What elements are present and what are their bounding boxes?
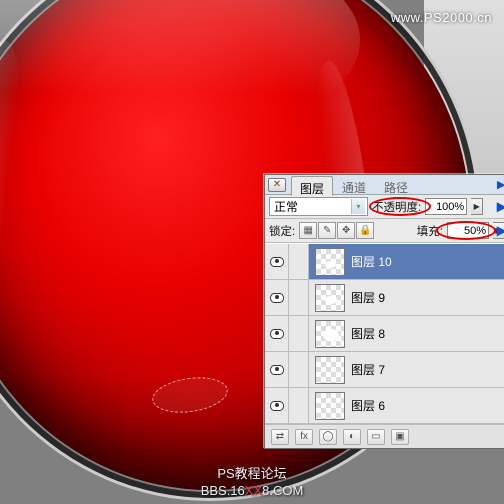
layer-thumbnail[interactable]	[315, 356, 345, 384]
panel-collapse-button[interactable]: ✕	[268, 178, 286, 192]
panel-footer: ⇄ fx ◯ ◐ ▭ ▣	[265, 424, 504, 448]
watermark-top: www.PS2000.cn	[391, 10, 492, 25]
flyout-arrow-icon: ▸	[497, 220, 504, 241]
layer-thumbnail[interactable]	[315, 392, 345, 420]
layer-name-label[interactable]: 图层 9	[351, 289, 385, 306]
lock-buttons: ▦ ✎ ✥ 🔒	[299, 222, 374, 239]
layer-name-label[interactable]: 图层 6	[351, 397, 385, 414]
watermark-suffix: 8.COM	[262, 483, 303, 498]
blend-opacity-row: 正常 ▾ 不透明度: 100%▶	[265, 195, 504, 219]
tab-paths[interactable]: 路径	[375, 175, 417, 195]
visibility-toggle[interactable]	[265, 316, 289, 351]
layers-panel: ✕ 图层 通道 路径 正常 ▾ 不透明度: 100%▶ 锁定: ▦ ✎ ✥ 🔒 …	[264, 174, 504, 449]
add-mask-button[interactable]: ◯	[319, 429, 337, 445]
layer-row[interactable]: 图层 7	[265, 352, 504, 388]
layer-name-label[interactable]: 图层 7	[351, 361, 385, 378]
eye-icon	[270, 401, 284, 411]
link-column[interactable]	[289, 244, 309, 279]
layer-row[interactable]: 图层 10	[265, 244, 504, 280]
lock-label: 锁定:	[269, 223, 295, 239]
adjustment-layer-button[interactable]: ◐	[343, 429, 361, 445]
eye-icon	[270, 329, 284, 339]
blend-mode-value: 正常	[274, 198, 298, 215]
tab-channels[interactable]: 通道	[333, 175, 375, 195]
lock-transparency-button[interactable]: ▦	[299, 222, 317, 239]
watermark-red: XX	[245, 483, 262, 498]
link-column[interactable]	[289, 388, 309, 423]
opacity-flyout[interactable]: ▶	[471, 198, 483, 215]
visibility-toggle[interactable]	[265, 244, 289, 279]
new-layer-button[interactable]: ▣	[391, 429, 409, 445]
layer-row[interactable]: 图层 6	[265, 388, 504, 424]
visibility-toggle[interactable]	[265, 280, 289, 315]
lock-pixels-button[interactable]: ✎	[318, 222, 336, 239]
eye-icon	[270, 365, 284, 375]
fill-input[interactable]: 50%	[447, 222, 489, 239]
layer-style-button[interactable]: fx	[295, 429, 313, 445]
thumb-content	[323, 329, 339, 341]
tab-layers[interactable]: 图层	[291, 176, 333, 196]
gloss-highlight-top	[0, 0, 360, 130]
panel-tabs: 图层 通道 路径	[291, 175, 417, 195]
link-column[interactable]	[289, 280, 309, 315]
layer-list[interactable]: 图层 10 图层 9 图层 8 图层 7 图层 6	[265, 243, 504, 424]
link-column[interactable]	[289, 352, 309, 387]
eye-icon	[270, 293, 284, 303]
thumb-content	[325, 296, 337, 304]
layer-name-label[interactable]: 图层 8	[351, 325, 385, 342]
opacity-input[interactable]: 100%	[425, 198, 467, 215]
panel-titlebar[interactable]: ✕ 图层 通道 路径	[265, 175, 504, 195]
lock-all-button[interactable]: 🔒	[356, 222, 374, 239]
layer-thumbnail[interactable]	[315, 284, 345, 312]
eye-icon	[270, 257, 284, 267]
lock-position-button[interactable]: ✥	[337, 222, 355, 239]
group-button[interactable]: ▭	[367, 429, 385, 445]
watermark-line1: PS教程论坛	[217, 466, 286, 481]
layer-row[interactable]: 图层 8	[265, 316, 504, 352]
layer-thumbnail[interactable]	[315, 320, 345, 348]
link-column[interactable]	[289, 316, 309, 351]
layer-thumbnail[interactable]	[315, 248, 345, 276]
fill-label: 填充:	[417, 223, 443, 239]
blend-mode-select[interactable]: 正常 ▾	[269, 197, 368, 216]
visibility-toggle[interactable]	[265, 352, 289, 387]
dropdown-icon[interactable]: ▾	[351, 199, 365, 214]
thumb-content	[325, 261, 336, 268]
layer-name-label[interactable]: 图层 10	[351, 253, 392, 270]
layer-row[interactable]: 图层 9	[265, 280, 504, 316]
opacity-label: 不透明度:	[372, 199, 421, 215]
watermark-prefix: BBS.16	[201, 483, 245, 498]
watermark-bottom: PS教程论坛 BBS.16XX8.COM	[0, 466, 504, 504]
panel-menu-arrow-icon[interactable]: ▶	[497, 178, 504, 191]
visibility-toggle[interactable]	[265, 388, 289, 423]
link-layers-button[interactable]: ⇄	[271, 429, 289, 445]
lock-fill-row: 锁定: ▦ ✎ ✥ 🔒 填充: 50%▶	[265, 219, 504, 243]
flyout-arrow-icon: ▸	[497, 196, 504, 217]
